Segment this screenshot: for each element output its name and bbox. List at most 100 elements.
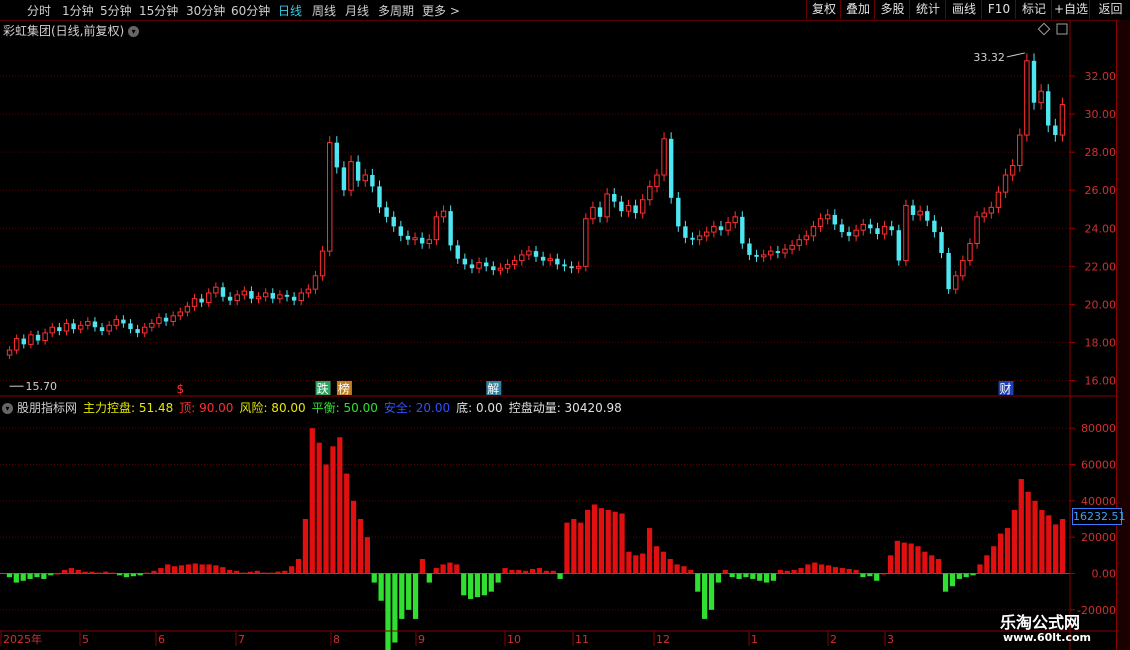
indicator-bar: [571, 519, 577, 574]
indicator-tick-label: 60000: [1081, 459, 1116, 472]
indicator-bar: [151, 570, 157, 574]
candle-body: [711, 225, 717, 233]
candle-body: [348, 161, 354, 191]
indicator-bar: [357, 519, 364, 574]
candle-body: [57, 327, 62, 332]
indicator-bar: [344, 473, 350, 574]
indicator-bar: [660, 551, 666, 574]
indicator-bar: [984, 555, 990, 574]
indicator-bar: [172, 566, 178, 574]
indicator-bar: [743, 573, 749, 578]
candle-body: [839, 224, 845, 233]
candle-body: [868, 224, 873, 229]
indicator-bar: [178, 565, 185, 574]
candle-body: [99, 327, 105, 332]
indicator-bar: [268, 572, 274, 574]
x-axis-label: 10: [507, 633, 521, 646]
indicator-bar: [1059, 519, 1066, 574]
indicator-bar: [585, 509, 591, 574]
indicator-bar: [543, 570, 549, 574]
price-tick-label: 16.00: [1085, 374, 1117, 387]
indicator-bar: [598, 508, 605, 574]
candle-body: [690, 237, 695, 240]
indicator-bar: [6, 573, 13, 578]
x-axis-label: 11: [575, 633, 589, 646]
candle-body: [932, 220, 937, 233]
indicator-bar: [550, 570, 556, 574]
indicator-tick-label: 80000: [1081, 422, 1116, 435]
candle-body: [754, 254, 759, 257]
indicator-bar: [144, 572, 150, 574]
candle-body: [128, 323, 133, 330]
indicator-bar: [867, 573, 873, 577]
indicator-bar: [653, 546, 660, 574]
candle-body: [647, 185, 653, 201]
candle-body: [497, 267, 504, 271]
indicator-bar: [123, 573, 130, 578]
x-axis-label: 9: [418, 633, 425, 646]
diamond-icon: [1037, 22, 1051, 36]
indicator-bar: [887, 555, 894, 574]
candle-body: [782, 248, 788, 254]
indicator-bar: [61, 569, 68, 574]
candle-body: [77, 324, 84, 330]
indicator-bar: [977, 564, 983, 574]
indicator-bar: [702, 573, 708, 619]
indicator-bar: [254, 570, 260, 574]
candle-body: [184, 305, 191, 313]
candle-body: [562, 264, 567, 267]
indicator-bar: [880, 573, 887, 575]
candle-body: [810, 225, 817, 237]
indicator-bar: [378, 573, 384, 601]
indicator-bar: [48, 573, 54, 576]
candle-body: [575, 265, 582, 269]
indicator-bar: [915, 546, 921, 574]
candle-body: [604, 193, 610, 218]
indicator-bar: [440, 564, 446, 574]
x-axis-label: 12: [656, 633, 670, 646]
indicator-bar: [392, 573, 398, 643]
candle-body: [191, 298, 198, 307]
candle-body: [768, 250, 774, 256]
right-side-panel[interactable]: [1116, 20, 1130, 650]
indicator-bar: [708, 573, 715, 610]
candle-body: [590, 206, 596, 220]
candle-body: [747, 243, 752, 255]
chart-canvas[interactable]: 32.0030.0028.0026.0024.0022.0020.0018.00…: [0, 0, 1116, 650]
indicator-tick-label: 40000: [1081, 495, 1116, 508]
indicator-bar: [715, 573, 722, 583]
x-axis-label: 7: [238, 633, 245, 646]
candle-body: [21, 338, 26, 345]
candle-body: [92, 321, 98, 328]
indicator-bar: [812, 562, 818, 574]
indicator-bar: [130, 573, 136, 577]
price-tick-label: 32.00: [1085, 70, 1117, 83]
indicator-bar: [192, 563, 198, 574]
candle-body: [142, 326, 148, 334]
indicator-bar: [481, 573, 487, 596]
indicator-bar: [220, 567, 226, 574]
indicator-bar: [165, 564, 171, 574]
candle-body: [156, 317, 162, 324]
indicator-bar: [103, 571, 109, 574]
candle-body: [305, 288, 312, 294]
indicator-bar: [34, 573, 40, 578]
indicator-bar: [695, 573, 701, 592]
candle-body: [817, 218, 824, 227]
event-marker: 跌: [317, 381, 329, 396]
indicator-bar: [13, 573, 19, 583]
candle-body: [1038, 90, 1044, 104]
price-tick-label: 20.00: [1085, 298, 1117, 311]
indicator-bar: [757, 573, 763, 581]
indicator-bar: [633, 555, 639, 574]
x-axis-label: 2025年: [3, 632, 42, 646]
indicator-bar: [261, 572, 267, 574]
candle-body: [398, 226, 404, 236]
candle-body: [49, 326, 55, 334]
indicator-bar: [227, 569, 233, 574]
price-tick-label: 28.00: [1085, 146, 1117, 159]
indicator-bar: [1039, 509, 1045, 574]
candle-body: [35, 334, 41, 341]
indicator-bar: [681, 566, 687, 574]
candle-body: [135, 329, 140, 333]
